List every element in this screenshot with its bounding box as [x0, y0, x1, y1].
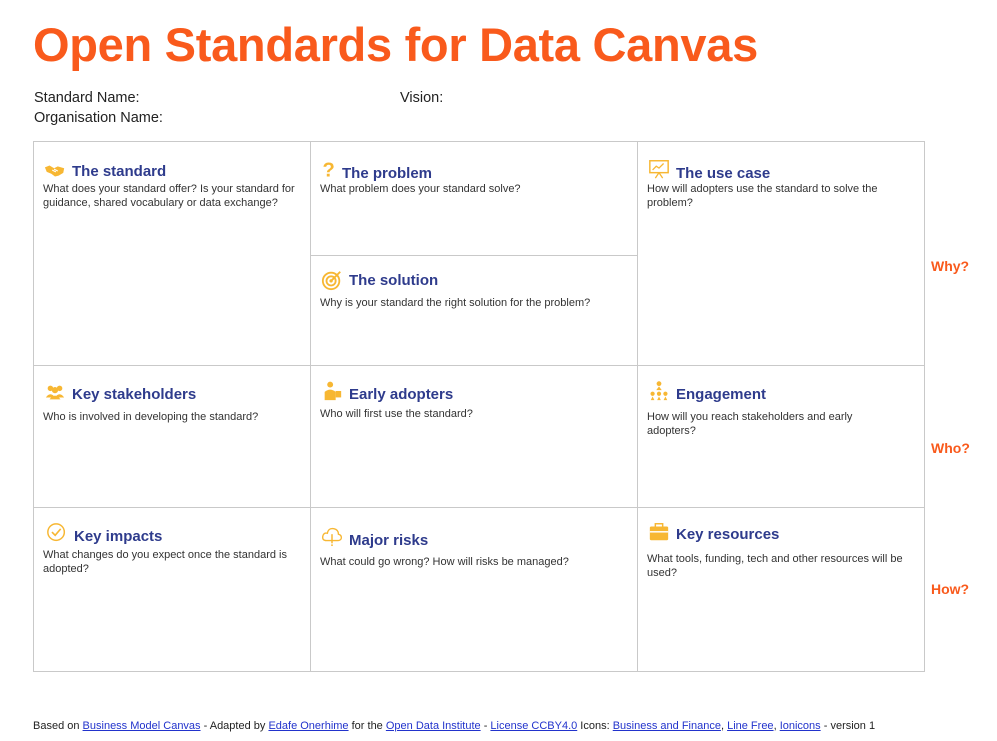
briefcase-icon — [648, 521, 670, 543]
canvas-grid: The standard What does your standard off… — [33, 141, 925, 672]
cell-description: What tools, funding, tech and other reso… — [647, 553, 903, 579]
cell-key-impacts[interactable]: Key impacts What changes do you expect o… — [34, 508, 311, 671]
cell-title: The solution — [349, 271, 439, 289]
cell-description: How will you reach stakeholders and earl… — [647, 411, 853, 437]
cell-engagement[interactable]: Engagement How will you reach stakeholde… — [638, 366, 924, 508]
cell-description: What does your standard offer? Is your s… — [43, 183, 295, 209]
business-and-finance-link[interactable]: Business and Finance — [613, 720, 721, 732]
edafe-onerhime-link[interactable]: Edafe Onerhime — [268, 720, 348, 732]
cell-title: Major risks — [349, 532, 429, 549]
business-model-canvas-link[interactable]: Business Model Canvas — [83, 720, 201, 732]
cell-description: Who is involved in developing the standa… — [43, 411, 259, 423]
line-free-link[interactable]: Line Free — [727, 720, 773, 732]
cell-title: The use case — [676, 165, 771, 182]
cell-description: Why is your standard the right solution … — [320, 297, 591, 309]
cell-title: Engagement — [676, 386, 767, 403]
cell-major-risks[interactable]: Major risks What could go wrong? How wil… — [311, 508, 638, 671]
cell-title: Key impacts — [74, 528, 163, 545]
footer-text: - Adapted by — [200, 720, 269, 732]
license-link[interactable]: License CCBY4.0 — [490, 720, 577, 732]
cell-the-use-case[interactable]: The use case How will adopters use the s… — [638, 142, 924, 366]
target-icon — [321, 269, 343, 291]
person-presenting-icon — [321, 380, 343, 402]
footer-credits: Based on Business Model Canvas - Adapted… — [33, 720, 875, 732]
cell-description: What could go wrong? How will risks be m… — [320, 556, 569, 568]
cell-early-adopters[interactable]: Early adopters Who will first use the st… — [311, 366, 638, 508]
why-label: Why? — [931, 258, 970, 274]
footer-text: for the — [348, 720, 386, 732]
cell-the-solution[interactable]: The solution Why is your standard the ri… — [311, 256, 638, 366]
svg-text:?: ? — [323, 159, 335, 180]
page-title: Open Standards for Data Canvas — [33, 18, 758, 71]
cell-description: What changes do you expect once the stan… — [43, 549, 287, 575]
cell-description: How will adopters use the standard to so… — [647, 183, 878, 209]
cell-the-standard[interactable]: The standard What does your standard off… — [34, 142, 311, 366]
cell-title: Early adopters — [349, 386, 454, 403]
cell-title: The problem — [342, 165, 433, 182]
ionicons-link[interactable]: Ionicons — [780, 720, 821, 732]
vision-label: Vision: — [400, 90, 444, 106]
cell-key-resources[interactable]: Key resources What tools, funding, tech … — [638, 508, 924, 671]
handshake-icon — [44, 160, 66, 182]
check-circle-icon — [46, 522, 68, 544]
footer-text: - version 1 — [820, 720, 876, 732]
cell-the-problem[interactable]: ? The problem What problem does your sta… — [311, 142, 638, 256]
cell-title: Key stakeholders — [72, 386, 197, 403]
who-label: Who? — [931, 440, 970, 456]
people-group-icon — [44, 381, 66, 403]
presentation-board-icon — [648, 158, 670, 180]
cloud-warning-icon — [321, 525, 343, 547]
cell-key-stakeholders[interactable]: Key stakeholders Who is involved in deve… — [34, 366, 311, 508]
question-mark-icon: ? — [320, 158, 336, 180]
cell-description: Who will first use the standard? — [320, 408, 473, 420]
standard-name-label: Standard Name: — [34, 90, 140, 106]
how-label: How? — [931, 581, 970, 597]
organisation-name-label: Organisation Name: — [34, 110, 163, 126]
footer-text: - — [480, 720, 491, 732]
cell-description: What problem does your standard solve? — [320, 183, 521, 195]
cell-title: Key resources — [676, 526, 780, 543]
open-data-institute-link[interactable]: Open Data Institute — [386, 720, 481, 732]
footer-text: Based on — [33, 720, 83, 732]
network-hierarchy-icon — [648, 380, 670, 402]
cell-title: The standard — [72, 162, 167, 180]
footer-text: Icons: — [577, 720, 613, 732]
